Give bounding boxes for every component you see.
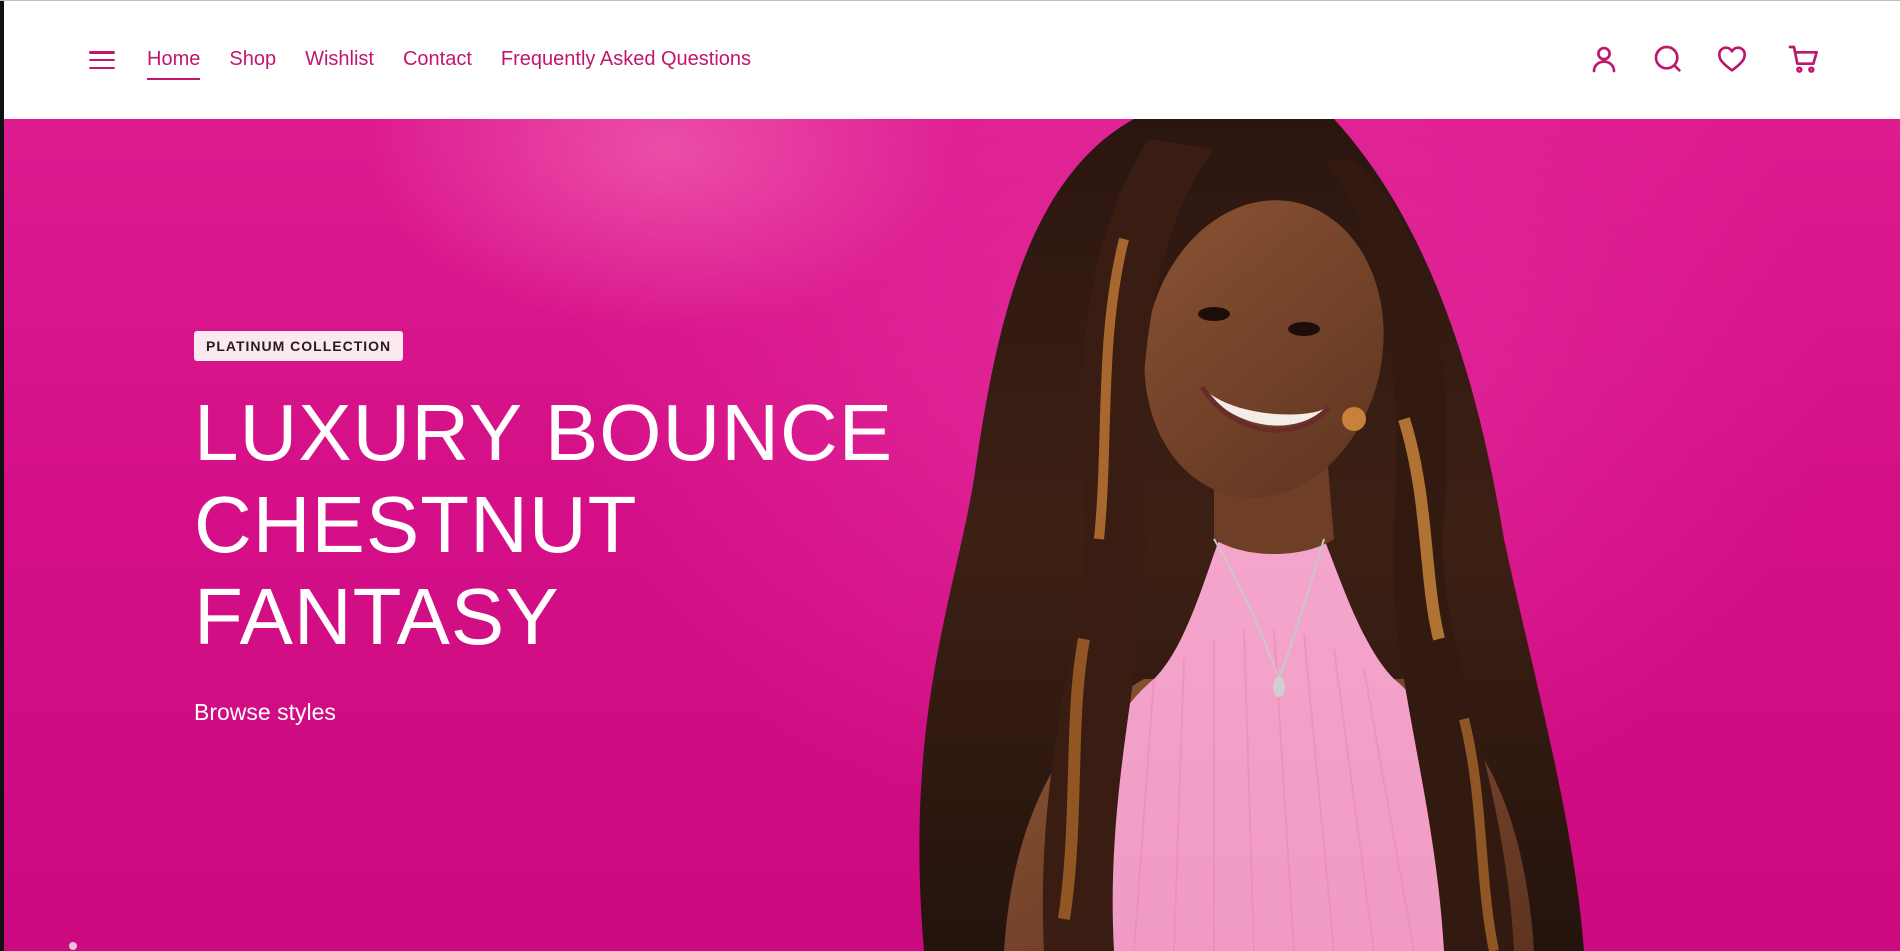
headline-line-3: FANTASY <box>194 572 560 661</box>
headline-line-2: CHESTNUT <box>194 480 638 569</box>
main-nav: Home Shop Wishlist Contact Frequently As… <box>147 45 751 80</box>
nav-faq[interactable]: Frequently Asked Questions <box>501 45 751 73</box>
menu-icon[interactable] <box>87 47 117 73</box>
carousel-indicator[interactable] <box>69 942 77 950</box>
hero-headline: LUXURY BOUNCE CHESTNUT FANTASY <box>194 387 894 663</box>
page: Home Shop Wishlist Contact Frequently As… <box>0 0 1900 951</box>
search-icon[interactable] <box>1650 41 1686 77</box>
collection-badge: PLATINUM COLLECTION <box>194 331 404 361</box>
heart-icon[interactable] <box>1714 41 1750 77</box>
cart-icon[interactable] <box>1786 41 1822 77</box>
header-icons <box>1586 41 1822 77</box>
account-icon[interactable] <box>1586 41 1622 77</box>
nav-shop[interactable]: Shop <box>229 45 276 73</box>
nav-home[interactable]: Home <box>147 45 201 80</box>
browse-styles-link[interactable]: Browse styles <box>194 697 336 727</box>
headline-line-1: LUXURY BOUNCE <box>194 388 894 477</box>
hero-banner: PLATINUM COLLECTION LUXURY BOUNCE CHESTN… <box>4 119 1900 951</box>
nav-wishlist[interactable]: Wishlist <box>305 45 374 73</box>
model-photo <box>919 119 1584 951</box>
site-header: Home Shop Wishlist Contact Frequently As… <box>4 1 1900 119</box>
nav-contact[interactable]: Contact <box>403 45 472 73</box>
